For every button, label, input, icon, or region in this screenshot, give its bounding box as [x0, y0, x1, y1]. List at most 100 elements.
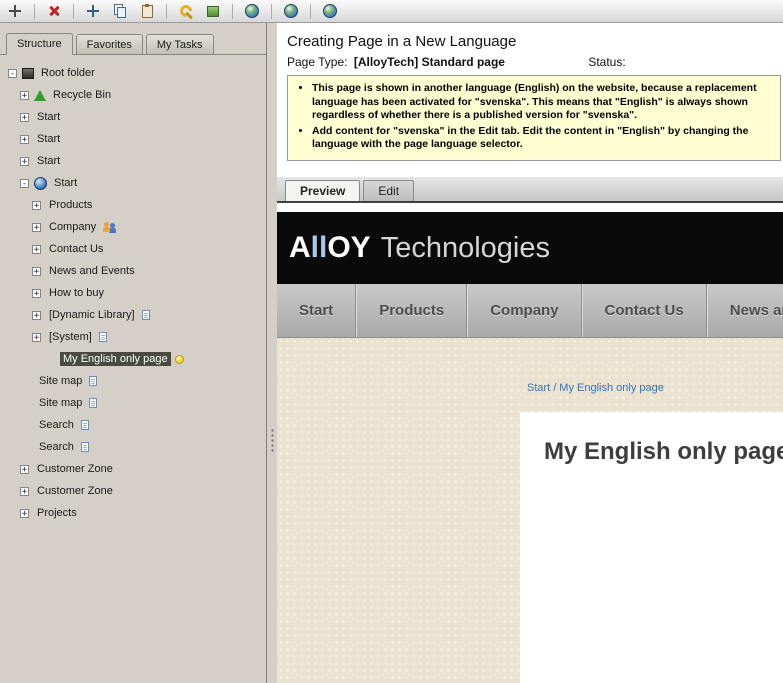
- tree-item-label: My English only page: [60, 352, 171, 366]
- tree-item-label: How to buy: [49, 287, 105, 299]
- nav-contact-us[interactable]: Contact Us: [581, 283, 707, 337]
- tab-preview[interactable]: Preview: [285, 179, 361, 201]
- notice-list: This page is shown in another language (…: [296, 82, 772, 152]
- tree-item[interactable]: Site map: [4, 392, 266, 414]
- expand-icon[interactable]: +: [20, 508, 29, 518]
- delete-button[interactable]: [44, 2, 64, 20]
- tree-item[interactable]: + Start: [4, 150, 266, 172]
- copy-button[interactable]: [110, 2, 130, 20]
- tree-item-label: Customer Zone: [37, 485, 113, 497]
- collapse-icon[interactable]: -: [20, 178, 29, 188]
- toolbar-separator: [232, 3, 233, 19]
- logo-part: ll: [310, 230, 328, 264]
- globe-3-button[interactable]: [320, 2, 340, 20]
- splitter-grip-icon[interactable]: [270, 428, 275, 454]
- collapse-icon[interactable]: -: [8, 68, 17, 78]
- expand-icon[interactable]: +: [32, 200, 41, 210]
- tree-item[interactable]: + How to buy: [4, 282, 266, 304]
- tree-item[interactable]: + [System]: [4, 326, 266, 348]
- tab-my-tasks[interactable]: My Tasks: [145, 34, 214, 54]
- expand-icon[interactable]: +: [32, 266, 41, 276]
- tab-structure[interactable]: Structure: [6, 33, 73, 55]
- toolbar-separator: [166, 3, 167, 19]
- globe-icon: [245, 4, 259, 18]
- notice-bullet: Add content for "svenska" in the Edit ta…: [312, 125, 757, 152]
- page-icon: [98, 332, 107, 342]
- expand-icon[interactable]: +: [32, 244, 41, 254]
- tree-item-label: News and Events: [49, 265, 135, 277]
- tree-item[interactable]: Site map: [4, 370, 266, 392]
- copy-icon: [113, 4, 127, 18]
- alloy-logo: AllOY Technologies: [289, 231, 550, 265]
- tree-item[interactable]: Search: [4, 414, 266, 436]
- tree-item-label: Site map: [39, 375, 83, 387]
- expand-icon[interactable]: +: [20, 112, 29, 122]
- page-icon: [89, 376, 98, 386]
- tab-favorites[interactable]: Favorites: [75, 34, 143, 54]
- expand-icon[interactable]: +: [32, 310, 41, 320]
- globe-2-button[interactable]: [281, 2, 301, 20]
- nav-news-and-events[interactable]: News and Events: [706, 283, 783, 337]
- page-heading: My English only page: [544, 437, 783, 465]
- tree-item[interactable]: + Products: [4, 194, 266, 216]
- expand-icon[interactable]: +: [20, 464, 29, 474]
- globe-icon: [34, 176, 47, 190]
- expand-icon[interactable]: +: [32, 332, 41, 342]
- breadcrumb-link[interactable]: My English only page: [559, 382, 664, 394]
- tree-item[interactable]: + Company: [4, 216, 266, 238]
- workspace: Structure Favorites My Tasks - Root folder +…: [0, 23, 783, 683]
- package-icon: [206, 4, 220, 18]
- tree-item[interactable]: + Start: [4, 106, 266, 128]
- tree-item[interactable]: - Start: [4, 172, 266, 194]
- toolbar: [0, 0, 783, 23]
- package-button[interactable]: [203, 2, 223, 20]
- tree-item[interactable]: + Customer Zone: [4, 480, 266, 502]
- language-notice: This page is shown in another language (…: [287, 75, 781, 161]
- expand-icon[interactable]: +: [20, 486, 29, 496]
- panel-splitter[interactable]: [267, 23, 277, 683]
- site-content-area: Start / My English only page My English on…: [277, 337, 783, 683]
- page-icon: [80, 420, 89, 430]
- move-button[interactable]: [5, 2, 25, 20]
- wrench-button[interactable]: [176, 2, 196, 20]
- root-folder-icon: [22, 67, 34, 79]
- page-icon: [89, 398, 98, 408]
- tree-item[interactable]: + Recycle Bin: [4, 84, 266, 106]
- paste-button[interactable]: [137, 2, 157, 20]
- tree-item[interactable]: + Customer Zone: [4, 458, 266, 480]
- view-tab-bar: Preview Edit: [277, 176, 783, 203]
- tree-item[interactable]: + News and Events: [4, 260, 266, 282]
- breadcrumb-link[interactable]: Start: [527, 382, 550, 394]
- tree-item[interactable]: + [Dynamic Library]: [4, 304, 266, 326]
- nav-products[interactable]: Products: [356, 283, 468, 337]
- move-icon: [8, 4, 22, 18]
- paste-icon: [140, 4, 154, 18]
- main-header: Creating Page in a New Language Page Typ…: [277, 23, 783, 69]
- page-icon: [141, 310, 150, 320]
- preview-pane: AllOY Technologies Start Products Company Co…: [277, 211, 783, 683]
- add-button[interactable]: [83, 2, 103, 20]
- tree-item-label: Root folder: [41, 67, 95, 79]
- tree-item[interactable]: - Root folder: [4, 62, 266, 84]
- expand-icon[interactable]: +: [32, 288, 41, 298]
- expand-icon[interactable]: +: [20, 90, 29, 100]
- expand-icon[interactable]: +: [32, 222, 41, 232]
- tree-item-label: Search: [39, 419, 74, 431]
- tree-item[interactable]: + Contact Us: [4, 238, 266, 260]
- people-icon: [103, 221, 116, 233]
- tree-item[interactable]: Search: [4, 436, 266, 458]
- add-icon: [86, 4, 100, 18]
- globe-button[interactable]: [242, 2, 262, 20]
- tab-edit[interactable]: Edit: [363, 179, 415, 201]
- expand-icon[interactable]: +: [20, 134, 29, 144]
- tree-item[interactable]: My English only page: [4, 348, 266, 370]
- nav-start[interactable]: Start: [277, 283, 357, 337]
- globe-icon-3: [323, 4, 337, 18]
- nav-company[interactable]: Company: [467, 283, 582, 337]
- page-type-value: [AlloyTech] Standard page: [353, 55, 505, 69]
- expand-icon[interactable]: +: [20, 156, 29, 166]
- tree-item[interactable]: + Projects: [4, 502, 266, 524]
- tree-item[interactable]: + Start: [4, 128, 266, 150]
- wrench-icon: [179, 4, 193, 18]
- tree-item-label: [Dynamic Library]: [49, 309, 135, 321]
